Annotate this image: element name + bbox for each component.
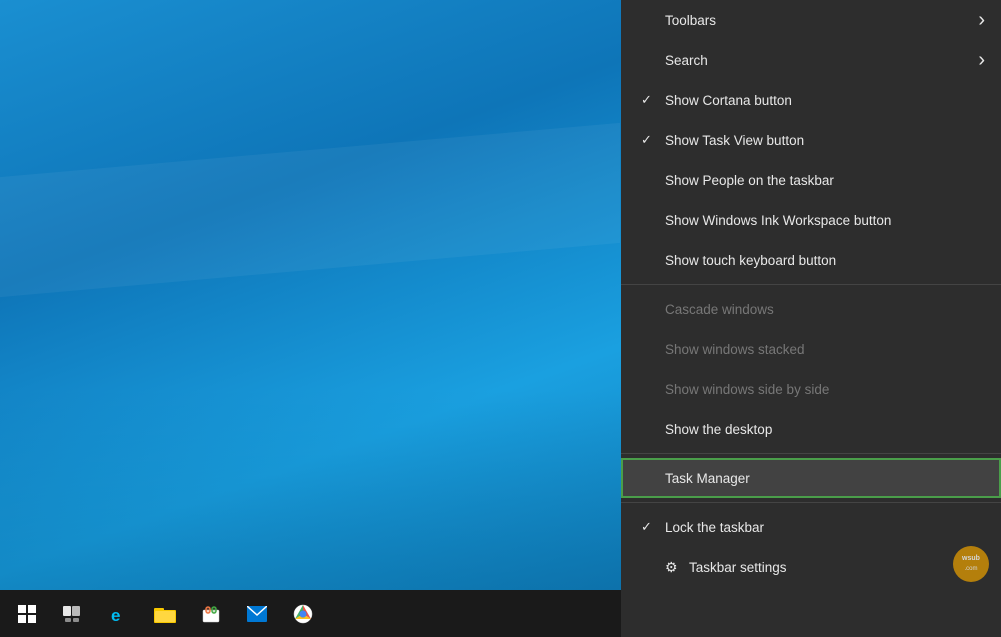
separator-3: [621, 502, 1001, 503]
menu-label-stacked: Show windows stacked: [665, 342, 805, 357]
file-explorer-button[interactable]: [142, 590, 188, 637]
checkmark-icon: ✓: [641, 92, 661, 108]
context-menu: Toolbars Search ✓ Show Cortana button ✓ …: [621, 0, 1001, 637]
separator-2: [621, 453, 1001, 454]
menu-label-cascade: Cascade windows: [665, 302, 774, 317]
mail-icon: [245, 602, 269, 626]
menu-label-search: Search: [665, 53, 708, 68]
svg-text:.com: .com: [964, 566, 977, 572]
task-view-button[interactable]: [50, 590, 96, 637]
edge-icon: e: [107, 602, 131, 626]
menu-label-show-touch: Show touch keyboard button: [665, 253, 836, 268]
chrome-button[interactable]: [280, 590, 326, 637]
menu-item-toolbars[interactable]: Toolbars: [621, 0, 1001, 40]
store-button[interactable]: [188, 590, 234, 637]
store-icon: [199, 602, 223, 626]
menu-label-taskbar-settings: Taskbar settings: [689, 560, 787, 575]
menu-item-sidebyside[interactable]: Show windows side by side: [621, 369, 1001, 409]
mail-button[interactable]: [234, 590, 280, 637]
menu-item-lock-taskbar[interactable]: ✓ Lock the taskbar: [621, 507, 1001, 547]
watermark: wsub .com: [941, 544, 1001, 589]
menu-item-search[interactable]: Search: [621, 40, 1001, 80]
menu-item-cascade[interactable]: Cascade windows: [621, 289, 1001, 329]
file-explorer-icon: [153, 602, 177, 626]
start-icon: [15, 602, 39, 626]
svg-text:wsub: wsub: [961, 555, 980, 562]
chrome-icon: [291, 602, 315, 626]
menu-label-show-desktop: Show the desktop: [665, 422, 772, 437]
menu-item-task-manager[interactable]: Task Manager: [621, 458, 1001, 498]
gear-icon: ⚙: [665, 559, 681, 575]
edge-button[interactable]: e: [96, 590, 142, 637]
menu-label-task-manager: Task Manager: [665, 471, 750, 486]
menu-label-show-people: Show People on the taskbar: [665, 173, 834, 188]
menu-label-sidebyside: Show windows side by side: [665, 382, 829, 397]
menu-item-show-taskview[interactable]: ✓ Show Task View button: [621, 120, 1001, 160]
menu-item-show-touch[interactable]: Show touch keyboard button: [621, 240, 1001, 280]
menu-item-show-ink[interactable]: Show Windows Ink Workspace button: [621, 200, 1001, 240]
menu-label-show-taskview: Show Task View button: [665, 133, 804, 148]
menu-label-lock-taskbar: Lock the taskbar: [665, 520, 764, 535]
menu-label-show-ink: Show Windows Ink Workspace button: [665, 213, 891, 228]
checkmark-icon: ✓: [641, 519, 661, 535]
svg-text:e: e: [111, 606, 120, 624]
menu-item-show-cortana[interactable]: ✓ Show Cortana button: [621, 80, 1001, 120]
separator-1: [621, 284, 1001, 285]
checkmark-icon: ✓: [641, 132, 661, 148]
start-button[interactable]: [4, 590, 50, 637]
task-view-icon: [61, 602, 85, 626]
menu-item-stacked[interactable]: Show windows stacked: [621, 329, 1001, 369]
menu-label-toolbars: Toolbars: [665, 13, 716, 28]
menu-label-show-cortana: Show Cortana button: [665, 93, 792, 108]
menu-item-show-desktop[interactable]: Show the desktop: [621, 409, 1001, 449]
menu-item-show-people[interactable]: Show People on the taskbar: [621, 160, 1001, 200]
